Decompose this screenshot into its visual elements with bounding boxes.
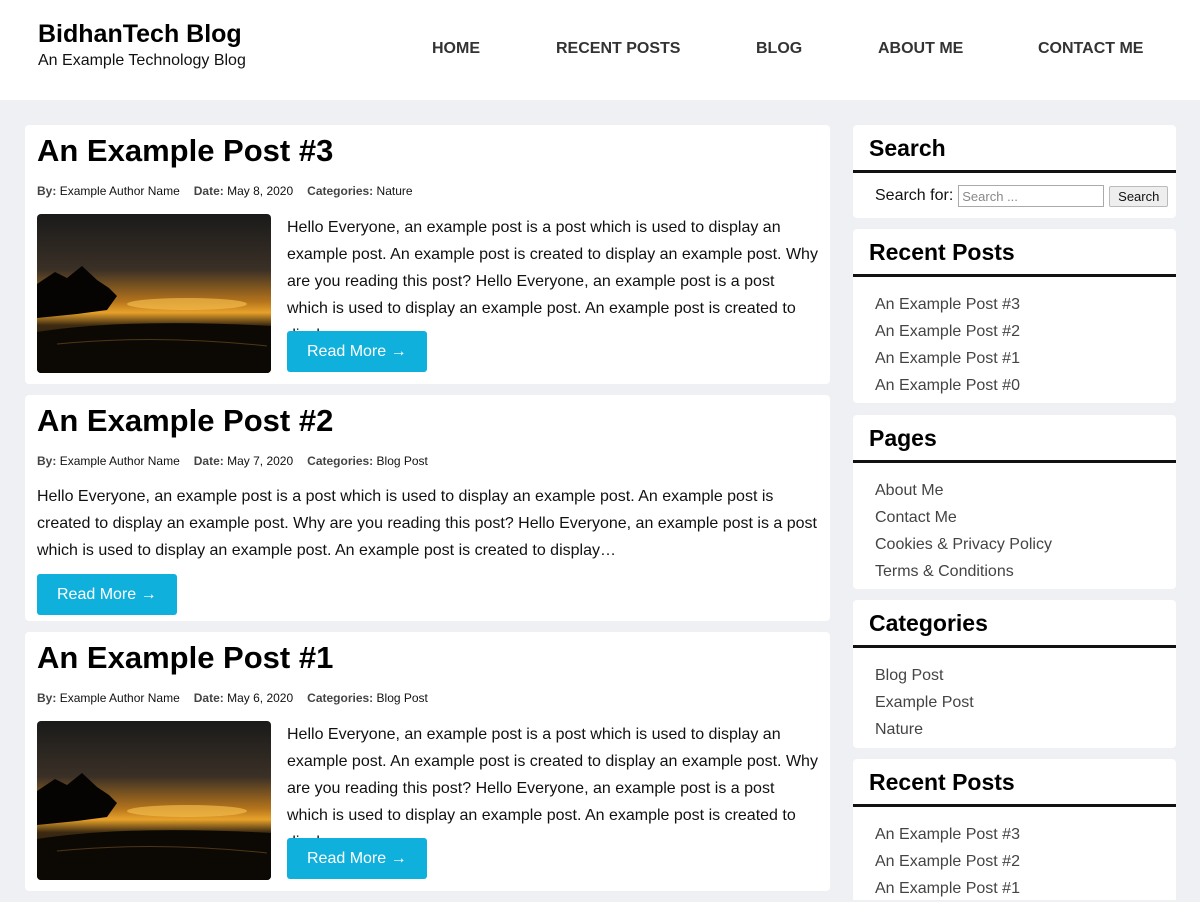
site-tagline: An Example Technology Blog (38, 52, 246, 69)
meta-categories-label: Categories: (307, 691, 374, 705)
recent-post-link[interactable]: An Example Post #3 (875, 821, 1020, 848)
post-date: May 6, 2020 (227, 691, 294, 705)
post-author[interactable]: Example Author Name (60, 184, 180, 198)
meta-date-label: Date: (193, 691, 224, 705)
categories-widget: Categories Blog Post Example Post Nature (853, 600, 1176, 748)
post-author[interactable]: Example Author Name (60, 691, 180, 705)
widget-title: Pages (869, 425, 937, 451)
widget-title: Categories (869, 610, 988, 636)
categories-list: Blog Post Example Post Nature (875, 662, 974, 743)
post-date: May 7, 2020 (227, 454, 294, 468)
search-widget: Search Search for: Search (853, 125, 1176, 218)
post-title[interactable]: An Example Post #1 (37, 640, 333, 676)
nav-blog[interactable]: BLOG (756, 40, 802, 58)
meta-date-label: Date: (193, 184, 224, 198)
read-more-button[interactable]: Read More → (287, 331, 427, 372)
search-label: Search for: (875, 187, 954, 204)
search-form: Search for: Search (875, 185, 1169, 207)
recent-posts-list: An Example Post #3 An Example Post #2 An… (875, 291, 1020, 399)
category-link[interactable]: Nature (875, 716, 974, 743)
widget-title: Recent Posts (869, 769, 1015, 795)
post-category[interactable]: Nature (377, 184, 413, 198)
meta-author-label: By: (37, 454, 57, 468)
pages-list: About Me Contact Me Cookies & Privacy Po… (875, 477, 1052, 585)
read-more-button[interactable]: Read More → (37, 574, 177, 615)
post-card: An Example Post #2 By: Example Author Na… (25, 395, 830, 621)
page-link-terms[interactable]: Terms & Conditions (875, 558, 1052, 585)
widget-divider (853, 804, 1176, 807)
nav-about-me[interactable]: ABOUT ME (878, 40, 963, 58)
meta-categories-label: Categories: (307, 184, 374, 198)
recent-posts-widget: Recent Posts An Example Post #3 An Examp… (853, 229, 1176, 403)
nav-recent-posts[interactable]: RECENT POSTS (556, 40, 680, 58)
search-input[interactable] (958, 185, 1105, 207)
post-card: An Example Post #1 By: Example Author Na… (25, 632, 830, 891)
post-excerpt: Hello Everyone, an example post is a pos… (287, 219, 818, 344)
post-meta: By: Example Author Name Date: May 7, 2020… (37, 454, 428, 468)
category-link[interactable]: Example Post (875, 689, 974, 716)
nav-home[interactable]: HOME (432, 40, 480, 58)
meta-author-label: By: (37, 184, 57, 198)
post-meta: By: Example Author Name Date: May 8, 2020… (37, 184, 413, 198)
recent-post-link[interactable]: An Example Post #1 (875, 345, 1020, 372)
post-title[interactable]: An Example Post #3 (37, 133, 333, 169)
recent-posts-widget: Recent Posts An Example Post #3 An Examp… (853, 759, 1176, 900)
meta-date-label: Date: (193, 454, 224, 468)
post-thumbnail[interactable] (37, 214, 271, 373)
search-button[interactable]: Search (1109, 185, 1169, 207)
post-thumbnail[interactable] (37, 721, 271, 880)
page-link-cookies[interactable]: Cookies & Privacy Policy (875, 531, 1052, 558)
post-author[interactable]: Example Author Name (60, 454, 180, 468)
post-category[interactable]: Blog Post (377, 454, 428, 468)
post-excerpt: Hello Everyone, an example post is a pos… (287, 726, 818, 851)
site-title[interactable]: BidhanTech Blog (38, 20, 242, 49)
widget-divider (853, 645, 1176, 648)
post-card: An Example Post #3 By: Example Author Na… (25, 125, 830, 384)
recent-post-link[interactable]: An Example Post #2 (875, 848, 1020, 875)
recent-posts-list: An Example Post #3 An Example Post #2 An… (875, 821, 1020, 902)
post-date: May 8, 2020 (227, 184, 294, 198)
meta-author-label: By: (37, 691, 57, 705)
nav-contact-me[interactable]: CONTACT ME (1038, 40, 1143, 58)
widget-divider (853, 274, 1176, 277)
recent-post-link[interactable]: An Example Post #1 (875, 875, 1020, 902)
post-title[interactable]: An Example Post #2 (37, 403, 333, 439)
page-link-contact[interactable]: Contact Me (875, 504, 1052, 531)
post-category[interactable]: Blog Post (377, 691, 428, 705)
read-more-button[interactable]: Read More → (287, 838, 427, 879)
post-meta: By: Example Author Name Date: May 6, 2020… (37, 691, 428, 705)
meta-categories-label: Categories: (307, 454, 374, 468)
recent-post-link[interactable]: An Example Post #0 (875, 372, 1020, 399)
post-excerpt: Hello Everyone, an example post is a pos… (37, 488, 817, 559)
pages-widget: Pages About Me Contact Me Cookies & Priv… (853, 415, 1176, 589)
page-link-about[interactable]: About Me (875, 477, 1052, 504)
recent-post-link[interactable]: An Example Post #2 (875, 318, 1020, 345)
recent-post-link[interactable]: An Example Post #3 (875, 291, 1020, 318)
widget-divider (853, 170, 1176, 173)
widget-title: Search (869, 135, 946, 161)
widget-divider (853, 460, 1176, 463)
category-link[interactable]: Blog Post (875, 662, 974, 689)
site-header: BidhanTech Blog An Example Technology Bl… (0, 0, 1200, 100)
widget-title: Recent Posts (869, 239, 1015, 265)
